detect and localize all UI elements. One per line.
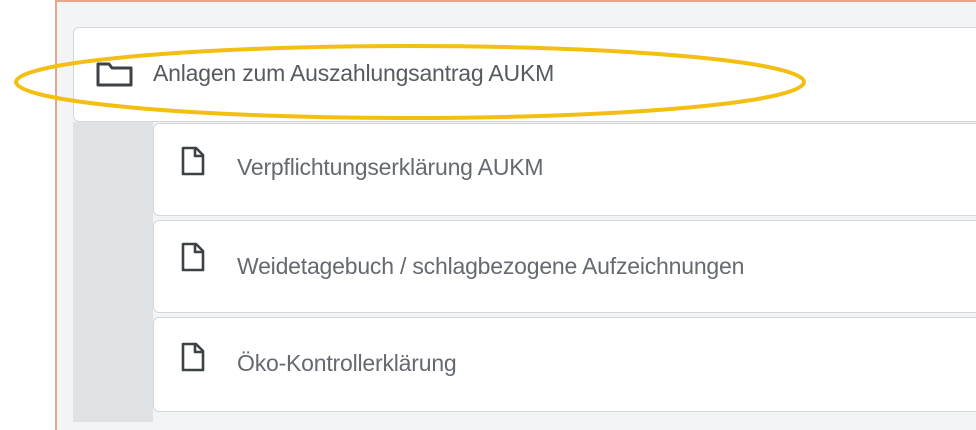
folder-icon [96, 62, 133, 87]
document-icon [181, 242, 205, 272]
nested-indent [73, 122, 153, 422]
document-label: Verpflichtungserklärung AUKM [237, 154, 544, 180]
folder-label: Anlagen zum Auszahlungsantrag AUKM [153, 60, 555, 86]
document-label: Öko-Kontrollerklärung [237, 350, 457, 376]
document-row-oeko-kontrollerklaerung[interactable]: Öko-Kontrollerklärung [153, 317, 976, 412]
document-row-verpflichtungserklaerung[interactable]: Verpflichtungserklärung AUKM [153, 123, 976, 216]
document-label: Weidetagebuch / schlagbezogene Aufzeichn… [237, 253, 745, 279]
document-icon [181, 146, 205, 176]
document-icon [181, 342, 205, 372]
document-row-weidetagebuch[interactable]: Weidetagebuch / schlagbezogene Aufzeichn… [153, 220, 976, 313]
